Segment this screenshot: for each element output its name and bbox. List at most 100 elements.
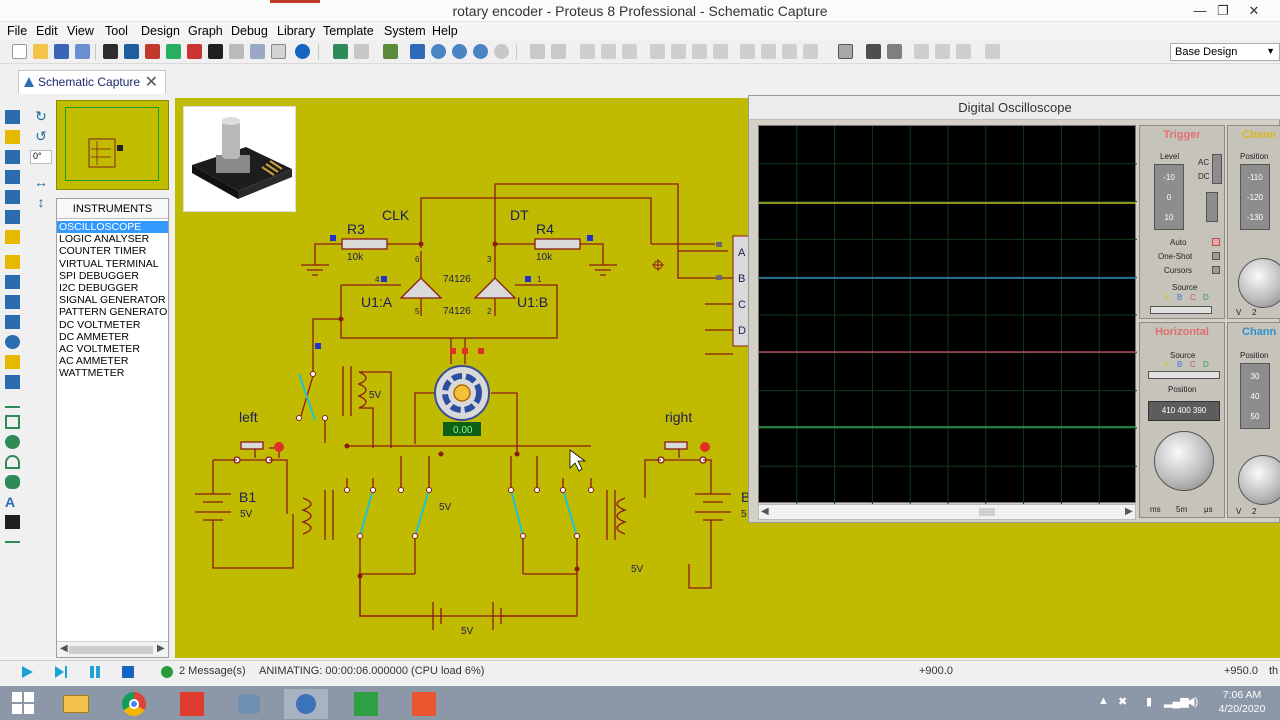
trigger-level-slider[interactable]: -10 0 10 [1154, 164, 1184, 230]
windows-start-icon[interactable] [10, 690, 36, 716]
block-delete-icon[interactable] [713, 44, 728, 59]
remove-sheet-icon[interactable] [935, 44, 950, 59]
make-device-icon[interactable] [761, 44, 776, 59]
scroll-thumb[interactable] [69, 646, 153, 654]
menu-file[interactable]: File [7, 24, 27, 38]
horizontal-source-b[interactable]: B [1177, 360, 1182, 369]
new-file-icon[interactable] [12, 44, 27, 59]
horizontal-source-d[interactable]: D [1203, 360, 1209, 369]
zoom-all-icon[interactable] [473, 44, 488, 59]
horizontal-source-slider[interactable] [1148, 371, 1220, 379]
generator-icon[interactable] [5, 335, 20, 349]
doc-icon[interactable] [271, 44, 286, 59]
text-script-icon[interactable] [5, 190, 20, 204]
trigger-one-shot-led[interactable] [1212, 252, 1220, 260]
menu-system[interactable]: System [384, 24, 426, 38]
acrobat-icon[interactable] [170, 689, 214, 719]
channel-b-volts-knob[interactable] [1238, 455, 1280, 505]
menu-template[interactable]: Template [323, 24, 374, 38]
menu-design[interactable]: Design [141, 24, 180, 38]
text-tool-icon[interactable]: A [5, 495, 20, 509]
paint-icon[interactable] [228, 689, 272, 719]
trigger-auto-led[interactable] [1212, 238, 1220, 246]
menu-library[interactable]: Library [277, 24, 315, 38]
tray-expand-icon[interactable]: ▲ [1098, 695, 1109, 707]
scroll-left-icon[interactable]: ◀ [761, 506, 769, 517]
circle-tool-icon[interactable] [5, 435, 20, 449]
home-icon[interactable] [103, 44, 118, 59]
chrome-icon[interactable] [112, 689, 156, 719]
camtasia-green-icon[interactable] [344, 689, 388, 719]
notes-icon[interactable] [250, 44, 265, 59]
origin-icon[interactable] [383, 44, 398, 59]
camtasia-red-icon[interactable] [402, 689, 446, 719]
scroll-right-icon[interactable]: ▶ [157, 643, 165, 654]
pick-device-icon[interactable] [740, 44, 755, 59]
grid-icon[interactable] [354, 44, 369, 59]
instrument-pattern-generator[interactable]: PATTERN GENERATO [57, 306, 168, 318]
menu-tool[interactable]: Tool [105, 24, 128, 38]
trigger-edge-switch[interactable] [1206, 192, 1218, 222]
scroll-thumb[interactable] [979, 508, 995, 516]
subcircuit-icon[interactable] [5, 230, 20, 244]
redo-icon[interactable] [551, 44, 566, 59]
instrument-dc-ammeter[interactable]: DC AMMETER [57, 331, 168, 343]
volume-icon[interactable]: ◀) [1186, 695, 1198, 708]
line-tool-icon[interactable] [5, 406, 20, 408]
buses-icon[interactable] [5, 210, 20, 224]
package-tool-icon[interactable] [782, 44, 797, 59]
play-icon[interactable] [20, 665, 34, 679]
block-rotate-icon[interactable] [692, 44, 707, 59]
decompose-icon[interactable] [803, 44, 818, 59]
overview-window[interactable] [56, 100, 169, 190]
stop-icon[interactable] [121, 665, 135, 679]
scroll-right-icon[interactable]: ▶ [1125, 506, 1133, 517]
property-assign-icon[interactable] [887, 44, 902, 59]
proteus-taskbar-icon[interactable] [284, 689, 328, 719]
file-explorer-icon[interactable] [54, 689, 98, 719]
instrument-wattmeter[interactable]: WATTMETER [57, 367, 168, 379]
close-tab-button[interactable]: ✕ [145, 72, 158, 92]
help-icon[interactable] [295, 44, 310, 59]
copy-icon[interactable] [601, 44, 616, 59]
menu-debug[interactable]: Debug [231, 24, 268, 38]
menu-graph[interactable]: Graph [188, 24, 223, 38]
menu-view[interactable]: View [67, 24, 94, 38]
pause-icon[interactable] [88, 665, 102, 679]
zoom-in-icon[interactable] [431, 44, 446, 59]
save-icon[interactable] [54, 44, 69, 59]
tab-schematic-capture[interactable]: Schematic Capture ✕ [18, 70, 166, 94]
trigger-source-b[interactable]: B [1177, 293, 1182, 302]
new-sheet-icon[interactable] [914, 44, 929, 59]
device-pins-icon[interactable] [5, 275, 20, 289]
instrument-i2c-debugger[interactable]: I2C DEBUGGER [57, 282, 168, 294]
rotation-angle-field[interactable]: 0° [30, 150, 52, 164]
trigger-source-c[interactable]: C [1190, 293, 1196, 302]
channel-a-volts-knob[interactable] [1238, 258, 1280, 308]
trigger-cursors-led[interactable] [1212, 266, 1220, 274]
channel-a-position-slider[interactable]: -110 -120 -130 [1240, 164, 1270, 230]
cut-icon[interactable] [580, 44, 595, 59]
junction-dot-icon[interactable] [5, 150, 20, 164]
oscilloscope-window[interactable]: Digital Oscilloscope ◀ ▶ Trigger Level -… [748, 95, 1280, 523]
instrument-logic-analyser[interactable]: LOGIC ANALYSER [57, 233, 168, 245]
step-icon[interactable] [54, 665, 68, 679]
battery-icon[interactable]: ▮ [1146, 695, 1152, 708]
rotate-clockwise-icon[interactable]: ↻ [33, 108, 49, 124]
instrument-ac-ammeter[interactable]: AC AMMETER [57, 355, 168, 367]
instruments-scrollbar[interactable]: ◀ ▶ [57, 641, 168, 657]
selection-mode-icon[interactable] [5, 110, 20, 124]
terminals-icon[interactable] [5, 255, 20, 269]
oscilloscope-scrollbar[interactable]: ◀ ▶ [758, 504, 1136, 520]
scroll-left-icon[interactable]: ◀ [60, 643, 68, 654]
system-clock[interactable]: 7:06 AM 4/20/2020 [1208, 688, 1276, 716]
wire-label-icon[interactable] [5, 170, 20, 184]
arc-tool-icon[interactable] [5, 455, 20, 469]
symbol-tool-icon[interactable] [5, 515, 20, 529]
pan-icon[interactable] [410, 44, 425, 59]
trigger-source-d[interactable]: D [1203, 293, 1209, 302]
paste-icon[interactable] [622, 44, 637, 59]
voltage-probe-icon[interactable] [5, 355, 20, 369]
instrument-signal-generator[interactable]: SIGNAL GENERATOR [57, 294, 168, 306]
instrument-counter-timer[interactable]: COUNTER TIMER [57, 245, 168, 257]
